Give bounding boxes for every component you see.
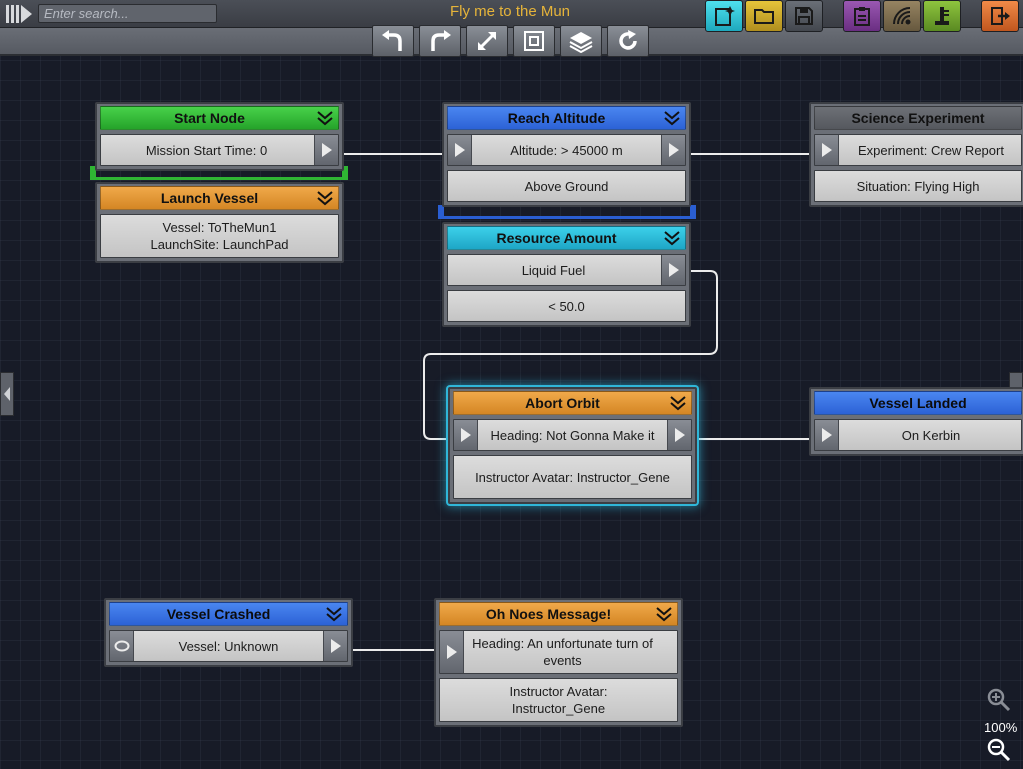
oh-noes-message-node[interactable]: Oh Noes Message! Heading: An unfortunate… — [434, 598, 683, 727]
play-arrow-icon — [330, 639, 341, 653]
play-arrow-icon — [446, 645, 457, 659]
chevron-down-icon[interactable] — [663, 229, 681, 247]
node-parameter[interactable]: Heading: Not Gonna Make it — [453, 419, 692, 451]
output-port[interactable] — [661, 255, 685, 285]
node-title: Resource Amount — [496, 230, 617, 246]
node-title: Oh Noes Message! — [485, 606, 612, 622]
chevron-down-icon[interactable] — [655, 605, 673, 623]
group-connector — [438, 205, 696, 219]
ring-icon — [114, 640, 129, 652]
node-parameter[interactable]: Liquid Fuel — [447, 254, 686, 286]
node-parameter[interactable]: Experiment: Crew Report — [814, 134, 1022, 166]
zoom-in-button[interactable] — [986, 687, 1012, 713]
chevron-down-icon[interactable] — [663, 109, 681, 127]
zoom-out-icon — [987, 738, 1011, 762]
node-header[interactable]: Reach Altitude — [447, 106, 686, 130]
node-title: Science Experiment — [851, 110, 985, 126]
node-parameter[interactable]: Instructor Avatar: Instructor_Gene — [453, 455, 692, 499]
node-parameter[interactable]: Vessel: Unknown — [109, 630, 348, 662]
input-port[interactable] — [448, 135, 472, 165]
start-node[interactable]: Start Node Mission Start Time: 0 — [95, 102, 344, 171]
output-port[interactable] — [667, 420, 691, 450]
node-parameter[interactable]: On Kerbin — [814, 419, 1022, 451]
play-arrow-icon — [454, 143, 465, 157]
zoom-out-button[interactable] — [986, 737, 1012, 763]
node-title: Abort Orbit — [525, 395, 600, 411]
output-port[interactable] — [323, 631, 347, 661]
node-header[interactable]: Launch Vessel — [100, 186, 339, 210]
abort-orbit-node[interactable]: Abort Orbit Heading: Not Gonna Make it I… — [448, 387, 697, 504]
input-port[interactable] — [815, 135, 839, 165]
chevron-down-icon[interactable] — [316, 109, 334, 127]
node-parameter[interactable]: Situation: Flying High — [814, 170, 1022, 202]
node-parameter[interactable]: Instructor Avatar: Instructor_Gene — [439, 678, 678, 722]
event-port[interactable] — [110, 631, 134, 661]
node-header[interactable]: Oh Noes Message! — [439, 602, 678, 626]
output-port[interactable] — [314, 135, 338, 165]
node-title: Launch Vessel — [160, 190, 259, 206]
node-title: Vessel Landed — [869, 395, 967, 411]
node-title: Reach Altitude — [507, 110, 606, 126]
input-port[interactable] — [815, 420, 839, 450]
science-experiment-node[interactable]: Science Experiment Experiment: Crew Repo… — [809, 102, 1023, 207]
vessel-crashed-node[interactable]: Vessel Crashed Vessel: Unknown — [104, 598, 353, 667]
play-arrow-icon — [668, 263, 679, 277]
zoom-level: 100% — [984, 720, 1018, 735]
node-parameter[interactable]: Vessel: ToTheMun1 LaunchSite: LaunchPad — [100, 214, 339, 258]
node-title: Start Node — [174, 110, 245, 126]
chevron-down-icon[interactable] — [316, 189, 334, 207]
chevron-down-icon[interactable] — [325, 605, 343, 623]
chevron-down-icon[interactable] — [669, 394, 687, 412]
reach-altitude-node[interactable]: Reach Altitude Altitude: > 45000 m Above… — [442, 102, 691, 207]
zoom-in-icon — [987, 688, 1011, 712]
play-arrow-icon — [674, 428, 685, 442]
play-arrow-icon — [460, 428, 471, 442]
launch-vessel-node[interactable]: Launch Vessel Vessel: ToTheMun1 LaunchSi… — [95, 182, 344, 263]
node-header[interactable]: Science Experiment — [814, 106, 1022, 130]
node-parameter[interactable]: Heading: An unfortunate turn of events — [439, 630, 678, 674]
resource-amount-node[interactable]: Resource Amount Liquid Fuel < 50.0 — [442, 222, 691, 327]
vessel-landed-node[interactable]: Vessel Landed On Kerbin — [809, 387, 1023, 456]
node-parameter[interactable]: Altitude: > 45000 m — [447, 134, 686, 166]
node-parameter[interactable]: Above Ground — [447, 170, 686, 202]
output-port[interactable] — [661, 135, 685, 165]
play-arrow-icon — [821, 143, 832, 157]
node-parameter[interactable]: Mission Start Time: 0 — [100, 134, 339, 166]
node-header[interactable]: Abort Orbit — [453, 391, 692, 415]
input-port[interactable] — [454, 420, 478, 450]
node-header[interactable]: Vessel Crashed — [109, 602, 348, 626]
node-parameter[interactable]: < 50.0 — [447, 290, 686, 322]
node-header[interactable]: Vessel Landed — [814, 391, 1022, 415]
play-arrow-icon — [821, 428, 832, 442]
node-header[interactable]: Start Node — [100, 106, 339, 130]
input-port[interactable] — [440, 631, 464, 673]
play-arrow-icon — [668, 143, 679, 157]
play-arrow-icon — [321, 143, 332, 157]
node-title: Vessel Crashed — [166, 606, 271, 622]
node-header[interactable]: Resource Amount — [447, 226, 686, 250]
